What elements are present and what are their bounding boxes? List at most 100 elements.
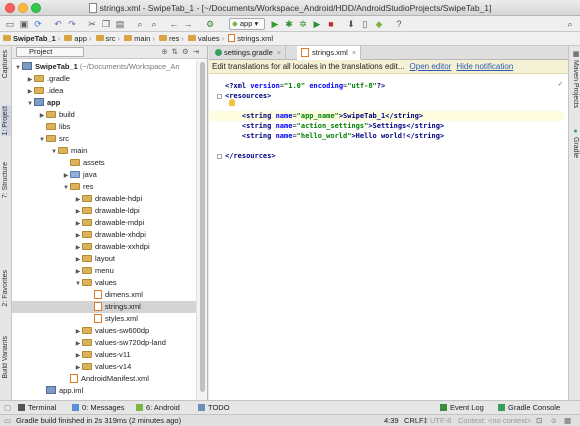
tree-item[interactable]: strings.xml xyxy=(12,301,196,313)
tab-favorites[interactable]: 2: Favorites xyxy=(1,270,11,307)
tree-item[interactable]: ▶ values-sw600dp xyxy=(12,325,196,337)
scroll-to-source-icon[interactable]: ⇅ xyxy=(172,47,182,56)
tree-item[interactable]: ▶ values-sw720dp-land xyxy=(12,337,196,349)
tree-item[interactable]: ▶ drawable-ldpi xyxy=(12,205,196,217)
make-icon[interactable]: ⚙ xyxy=(204,18,216,30)
tree-item[interactable]: ▶ drawable-mdpi xyxy=(12,217,196,229)
forward-icon[interactable]: → xyxy=(182,18,194,30)
tree-item[interactable]: ▼ SwipeTab_1 (~/Documents/Workspace_An xyxy=(12,61,196,73)
tree-item[interactable]: ▶ java xyxy=(12,169,196,181)
tree-item[interactable]: ▶ drawable-xxhdpi xyxy=(12,241,196,253)
tree-item[interactable]: ▶ values-v14 xyxy=(12,361,196,373)
tree-item[interactable]: AndroidManifest.xml xyxy=(12,373,196,385)
hide-notification-link[interactable]: Hide notification xyxy=(456,62,513,71)
tree-item[interactable]: ▶ values-v11 xyxy=(12,349,196,361)
cut-icon[interactable]: ✂ xyxy=(86,18,98,30)
tree-item[interactable]: ▶ drawable-xhdpi xyxy=(12,229,196,241)
tab-terminal[interactable]: Terminal xyxy=(18,401,56,414)
breadcrumb-res[interactable]: res xyxy=(158,32,180,45)
context-indicator[interactable]: Context: <no context> xyxy=(458,415,531,426)
tree-item[interactable]: dimens.xml xyxy=(12,289,196,301)
breadcrumb-values[interactable]: values xyxy=(187,32,221,45)
tree-item[interactable]: ▼ res xyxy=(12,181,196,193)
tree-item[interactable]: ▶ .gradle xyxy=(12,73,196,85)
memory-icon[interactable]: ▦ xyxy=(564,415,571,426)
fold-icon[interactable] xyxy=(217,94,222,99)
tab-project[interactable]: 1: Project xyxy=(1,106,11,136)
back-icon[interactable]: ← xyxy=(168,18,180,30)
line-separator[interactable]: CRLF‡ xyxy=(404,415,428,426)
tree-item[interactable]: ▶ .idea xyxy=(12,85,196,97)
layout-toggle-icon[interactable]: ▢ xyxy=(4,401,11,414)
project-view-select[interactable]: Project xyxy=(16,47,84,57)
close-window-button[interactable] xyxy=(5,3,15,13)
breadcrumb-main[interactable]: main xyxy=(123,32,151,45)
tab-maven-projects[interactable]: ▦ Maven Projects xyxy=(570,50,580,108)
tab-android[interactable]: 6: Android xyxy=(136,401,180,414)
breadcrumb-file[interactable]: strings.xml xyxy=(227,32,274,45)
sync-icon[interactable]: ⟳ xyxy=(32,18,44,30)
zoom-window-button[interactable] xyxy=(31,3,41,13)
caret-position[interactable]: 4:39 xyxy=(384,415,399,426)
tree-item[interactable]: ▶ layout xyxy=(12,253,196,265)
gear-icon[interactable]: ⚙ xyxy=(182,47,193,56)
save-icon[interactable]: ▣ xyxy=(18,18,30,30)
search-everywhere-icon[interactable]: ⌕ xyxy=(564,18,576,30)
tab-structure[interactable]: 7: Structure xyxy=(1,162,11,198)
file-encoding[interactable]: UTF-8 xyxy=(430,415,451,426)
tree-item[interactable]: ▼ app xyxy=(12,97,196,109)
attach-debugger-icon[interactable]: ✲ xyxy=(297,18,309,30)
tree-item[interactable]: ▼ main xyxy=(12,145,196,157)
paste-icon[interactable]: ▤ xyxy=(114,18,126,30)
fold-icon[interactable] xyxy=(217,154,222,159)
tree-item[interactable]: ▼ src xyxy=(12,133,196,145)
tab-todo[interactable]: TODO xyxy=(198,401,230,414)
avd-manager-icon[interactable]: ▯ xyxy=(359,18,371,30)
run-icon[interactable]: ▶ xyxy=(269,18,281,30)
project-scrollbar[interactable] xyxy=(196,60,207,400)
stop-icon[interactable]: ■ xyxy=(325,18,337,30)
copy-icon[interactable]: ❐ xyxy=(100,18,112,30)
close-tab-icon[interactable]: × xyxy=(277,48,281,57)
close-tab-icon[interactable]: × xyxy=(352,48,356,57)
run-config-select[interactable]: ◆ app ▾ xyxy=(229,18,265,30)
tab-settings-gradle[interactable]: settings.gradle × xyxy=(211,46,287,60)
debug-icon[interactable]: ✱ xyxy=(283,18,295,30)
tab-messages[interactable]: 0: Messages xyxy=(72,401,125,414)
inspector-icon[interactable]: ☺ xyxy=(550,415,558,426)
replace-icon[interactable]: ⌕ xyxy=(148,18,160,30)
tree-item[interactable]: ▶ drawable-hdpi xyxy=(12,193,196,205)
breadcrumb-project[interactable]: SwipeTab_1 xyxy=(2,32,57,45)
tree-item[interactable]: styles.xml xyxy=(12,313,196,325)
minimize-window-button[interactable] xyxy=(18,3,28,13)
tree-item[interactable]: app.iml xyxy=(12,385,196,397)
tab-gradle-console[interactable]: Gradle Console xyxy=(498,401,560,414)
breadcrumb-src[interactable]: src xyxy=(95,32,117,45)
tab-event-log[interactable]: Event Log xyxy=(440,401,484,414)
open-folder-icon[interactable]: ▭ xyxy=(4,18,16,30)
help-icon[interactable]: ? xyxy=(393,18,405,30)
tree-item[interactable]: ▼ values xyxy=(12,277,196,289)
tree-item[interactable]: ▶ build xyxy=(12,109,196,121)
tab-strings-xml[interactable]: strings.xml × xyxy=(297,46,362,60)
coverage-icon[interactable]: ▶ xyxy=(311,18,323,30)
undo-icon[interactable]: ↶ xyxy=(52,18,64,30)
code-editor[interactable]: ✓ <?xml version="1.0" encoding="utf-8"?>… xyxy=(209,75,568,400)
tab-captures[interactable]: Captures xyxy=(1,50,11,78)
tree-item[interactable]: ▶ menu xyxy=(12,265,196,277)
lightbulb-icon[interactable] xyxy=(229,99,235,106)
breadcrumb-app[interactable]: app xyxy=(63,32,88,45)
tab-build-variants[interactable]: Build Variants xyxy=(1,336,11,379)
redo-icon[interactable]: ↷ xyxy=(66,18,78,30)
hide-panel-icon[interactable]: ⇥ xyxy=(193,47,203,56)
tree-item[interactable]: assets xyxy=(12,157,196,169)
tab-gradle[interactable]: ● Gradle xyxy=(570,128,580,158)
lock-icon[interactable]: ⊡ xyxy=(536,415,542,426)
find-icon[interactable]: ⌕ xyxy=(134,18,146,30)
settings-icon[interactable]: ⊕ xyxy=(161,47,171,56)
device-monitor-icon[interactable]: ◆ xyxy=(373,18,385,30)
open-editor-link[interactable]: Open editor xyxy=(410,62,452,71)
scrollbar-thumb[interactable] xyxy=(200,62,205,392)
tree-item[interactable]: libs xyxy=(12,121,196,133)
sdk-manager-icon[interactable]: ⬇ xyxy=(345,18,357,30)
